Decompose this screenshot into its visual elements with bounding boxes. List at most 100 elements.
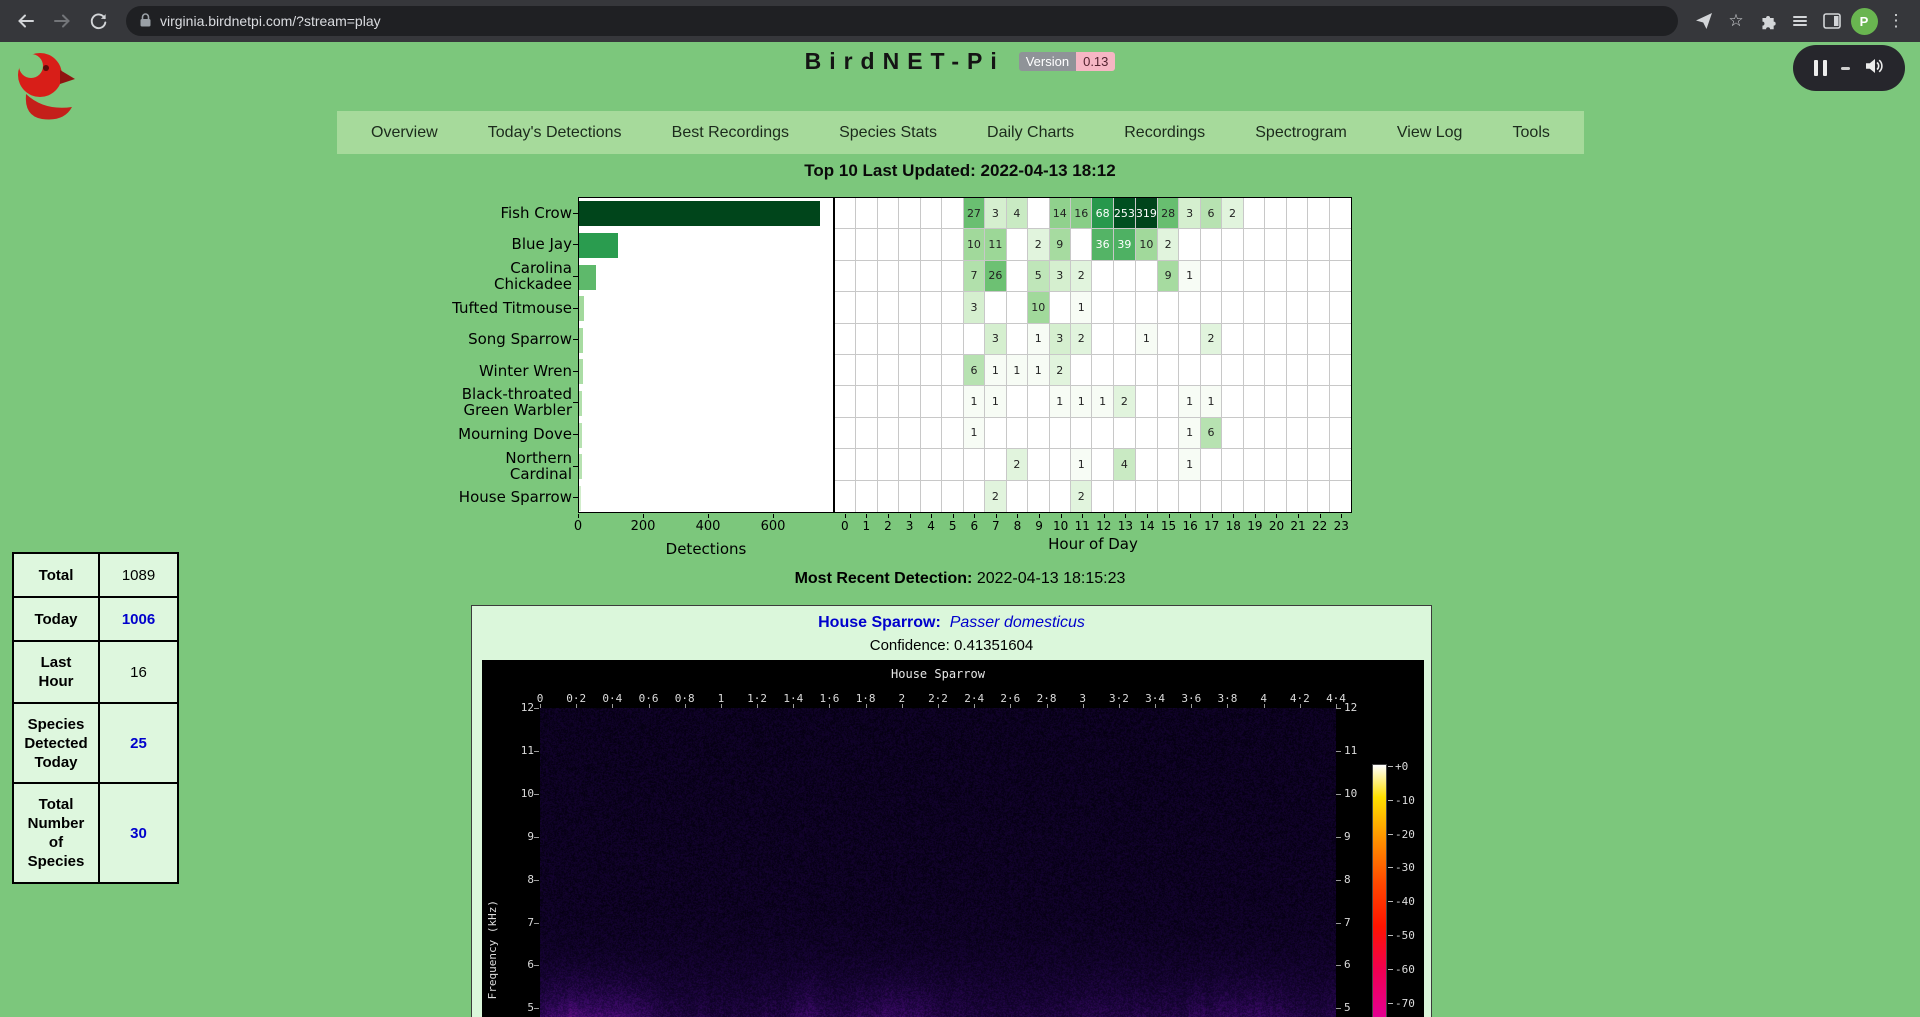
heatmap-cell — [942, 449, 963, 480]
heatmap-cell: 1 — [1071, 292, 1092, 323]
spectrogram-y-tick-mark — [534, 708, 539, 709]
extensions-icon[interactable] — [1752, 5, 1784, 37]
stats-value-total-number-of-species[interactable]: 30 — [100, 784, 177, 882]
heatmap-cell — [1158, 355, 1179, 386]
spectrogram-y-axis-label: Frequency (kHz) — [486, 900, 499, 999]
spectrogram-x-tick-mark — [1047, 704, 1048, 708]
heatmap-cell — [1265, 229, 1286, 260]
heatmap-x-tick-mark — [910, 514, 911, 518]
heatmap-cell — [1050, 449, 1071, 480]
heatmap-cell: 253 — [1114, 198, 1136, 229]
heatmap-cell — [878, 261, 899, 292]
heatmap-cell — [856, 418, 877, 449]
heatmap-cell: 3 — [1050, 261, 1071, 292]
nav-item-best-recordings[interactable]: Best Recordings — [672, 124, 789, 142]
bar-x-tick-label: 0 — [558, 519, 598, 534]
pause-icon[interactable] — [1814, 60, 1827, 76]
heatmap-cell: 3 — [985, 198, 1006, 229]
reload-button[interactable] — [80, 3, 116, 39]
nav-item-tools[interactable]: Tools — [1513, 124, 1550, 142]
colorbar-tick-mark — [1388, 1003, 1393, 1004]
back-button[interactable] — [8, 3, 44, 39]
detection-bar — [579, 391, 582, 416]
stats-label: Today — [14, 598, 100, 640]
spectrogram-y-tick-mark — [1336, 794, 1341, 795]
bookmark-star-icon[interactable]: ☆ — [1720, 5, 1752, 37]
heatmap-cell — [899, 198, 920, 229]
stats-label: SpeciesDetectedToday — [14, 704, 100, 782]
heatmap-cell: 1 — [1071, 386, 1092, 417]
nav-item-today-s-detections[interactable]: Today's Detections — [488, 124, 622, 142]
heatmap-cell — [921, 324, 942, 355]
profile-avatar[interactable]: P — [1848, 5, 1880, 37]
heatmap-cell — [1201, 261, 1222, 292]
heatmap-cell: 1 — [964, 418, 985, 449]
heatmap-cell — [835, 261, 856, 292]
stats-value-species-detected-today[interactable]: 25 — [100, 704, 177, 782]
heatmap-cell — [1244, 449, 1265, 480]
heatmap-cell — [1222, 449, 1243, 480]
reading-list-icon[interactable] — [1784, 5, 1816, 37]
heatmap-cell — [1050, 418, 1071, 449]
heatmap-x-tick-label: 1 — [856, 519, 876, 533]
detection-bar — [579, 328, 583, 353]
send-icon[interactable] — [1688, 5, 1720, 37]
heatmap-cell — [1308, 229, 1329, 260]
spectrogram-x-tick-mark — [866, 704, 867, 708]
heatmap-cell — [1028, 449, 1049, 480]
nav-item-overview[interactable]: Overview — [371, 124, 438, 142]
bar-category-label: Black-throatedGreen Warbler — [380, 385, 572, 419]
colorbar-tick-label: -40 — [1395, 895, 1415, 908]
url-bar[interactable]: virginia.birdnetpi.com/?stream=play — [126, 6, 1678, 36]
heatmap-cell — [1028, 198, 1049, 229]
seek-dash-icon[interactable] — [1841, 67, 1850, 70]
spectrogram-x-tick-mark — [540, 704, 541, 708]
heatmap-x-tick-label: 10 — [1051, 519, 1071, 533]
heatmap-cell: 1 — [1028, 324, 1049, 355]
heatmap-cell — [1179, 355, 1200, 386]
heatmap-cell — [1158, 292, 1179, 323]
nav-item-species-stats[interactable]: Species Stats — [839, 124, 937, 142]
spectrogram-y-tick-mark — [1336, 923, 1341, 924]
heatmap-cell — [964, 481, 985, 512]
heatmap-cell — [1092, 324, 1113, 355]
most-recent-label: Most Recent Detection: — [795, 570, 973, 587]
detection-common-name[interactable]: House Sparrow: — [818, 614, 941, 631]
heatmap-cell: 28 — [1158, 198, 1179, 229]
heatmap-cell — [835, 449, 856, 480]
heatmap-x-tick-mark — [1125, 514, 1126, 518]
spectrogram-y-tick-mark — [534, 923, 539, 924]
audio-player[interactable] — [1793, 45, 1905, 91]
spectrogram-x-tick-mark — [974, 704, 975, 708]
heatmap-cell — [1179, 292, 1200, 323]
heatmap-cell — [964, 449, 985, 480]
spectrogram-y-tick-left: 8 — [502, 873, 534, 886]
side-panel-icon[interactable] — [1816, 5, 1848, 37]
heatmap-cell: 2 — [1071, 324, 1092, 355]
spectrogram-y-tick-mark — [534, 751, 539, 752]
nav-item-daily-charts[interactable]: Daily Charts — [987, 124, 1074, 142]
heatmap-cell — [1244, 324, 1265, 355]
heatmap-cell — [1092, 481, 1113, 512]
nav-item-recordings[interactable]: Recordings — [1124, 124, 1205, 142]
nav-item-spectrogram[interactable]: Spectrogram — [1255, 124, 1347, 142]
heatmap-x-tick-mark — [1320, 514, 1321, 518]
forward-button[interactable] — [44, 3, 80, 39]
detection-bar — [579, 486, 581, 511]
heatmap-cell — [942, 198, 963, 229]
volume-icon[interactable] — [1864, 57, 1884, 80]
detection-scientific-name[interactable]: Passer domesticus — [950, 614, 1085, 631]
heatmap-x-tick-label: 18 — [1223, 519, 1243, 533]
bar-x-tick-label: 200 — [623, 519, 663, 534]
heatmap-x-tick-mark — [1039, 514, 1040, 518]
browser-menu-icon[interactable]: ⋮ — [1880, 5, 1912, 37]
nav-item-view-log[interactable]: View Log — [1397, 124, 1463, 142]
heatmap-cell — [1028, 481, 1049, 512]
heatmap-cell: 1 — [1179, 418, 1200, 449]
bar-category-label: CarolinaChickadee — [380, 259, 572, 293]
birdnetpi-logo — [10, 50, 96, 135]
heatmap-cell: 1 — [1179, 449, 1200, 480]
stats-value-today[interactable]: 1006 — [100, 598, 177, 640]
colorbar-tick-label: -20 — [1395, 828, 1415, 841]
detection-confidence: Confidence: 0.41351604 — [472, 637, 1431, 654]
